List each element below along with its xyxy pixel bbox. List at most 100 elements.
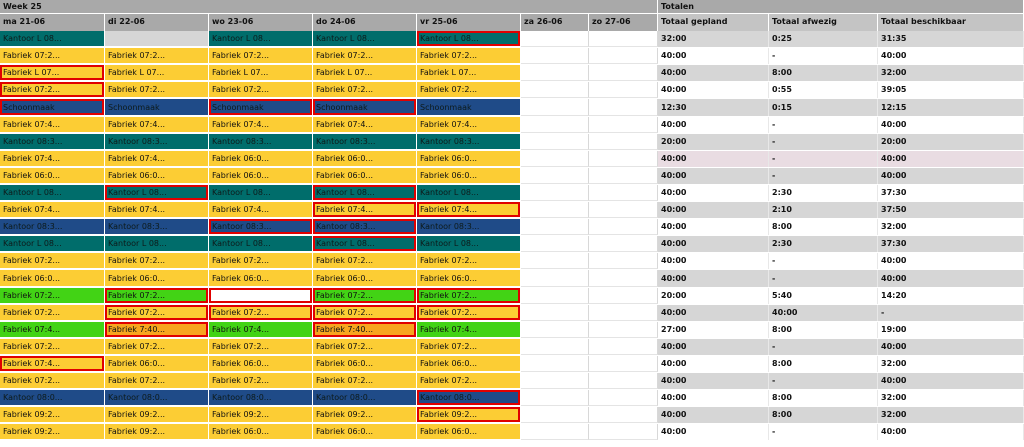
shift-cell[interactable]: Fabriek 07:2... xyxy=(313,339,417,355)
shift-cell[interactable]: Schoonmaak xyxy=(209,99,313,116)
shift-cell[interactable]: Kantoor L 08... xyxy=(417,236,521,252)
shift-cell[interactable]: Fabriek 07:2... xyxy=(0,253,105,269)
empty-weekend-cell[interactable] xyxy=(589,219,658,235)
shift-cell[interactable]: Fabriek L 07... xyxy=(105,65,209,81)
shift-cell[interactable]: Fabriek 07:2... xyxy=(0,82,105,98)
empty-weekend-cell[interactable] xyxy=(521,48,589,64)
column-header-mon[interactable]: ma 21-06 xyxy=(0,14,105,31)
column-header-fri[interactable]: vr 25-06 xyxy=(417,14,521,31)
empty-weekend-cell[interactable] xyxy=(589,236,658,252)
empty-weekend-cell[interactable] xyxy=(589,99,658,116)
shift-cell[interactable]: Fabriek 09:2... xyxy=(0,424,105,440)
shift-cell[interactable]: Fabriek 07:4... xyxy=(209,322,313,338)
empty-weekend-cell[interactable] xyxy=(521,356,589,372)
column-header-total-absent[interactable]: Totaal afwezig xyxy=(769,14,878,31)
empty-weekend-cell[interactable] xyxy=(589,356,658,372)
empty-weekend-cell[interactable] xyxy=(589,82,658,98)
empty-weekend-cell[interactable] xyxy=(521,305,589,321)
shift-cell[interactable]: Fabriek 09:2... xyxy=(417,407,521,423)
shift-cell[interactable]: Fabriek 07:2... xyxy=(417,339,521,355)
shift-cell[interactable]: Fabriek 07:2... xyxy=(105,288,209,304)
shift-cell[interactable]: Kantoor L 08... xyxy=(105,185,209,201)
shift-cell[interactable]: Kantoor 08:0... xyxy=(0,390,105,406)
empty-weekend-cell[interactable] xyxy=(589,407,658,423)
shift-cell[interactable]: Fabriek 07:4... xyxy=(313,117,417,133)
shift-cell[interactable]: Fabriek 09:2... xyxy=(0,407,105,423)
shift-cell[interactable]: Fabriek 06:0... xyxy=(0,168,105,184)
column-header-sat[interactable]: za 26-06 xyxy=(521,14,589,31)
shift-cell[interactable]: Fabriek 07:2... xyxy=(105,373,209,389)
empty-weekend-cell[interactable] xyxy=(521,288,589,304)
shift-cell[interactable]: Kantoor 08:3... xyxy=(105,134,209,150)
empty-weekend-cell[interactable] xyxy=(521,407,589,423)
shift-cell[interactable]: Fabriek 07:4... xyxy=(417,202,521,218)
shift-cell[interactable]: Kantoor 08:3... xyxy=(0,219,105,235)
empty-weekend-cell[interactable] xyxy=(589,151,658,167)
empty-weekend-cell[interactable] xyxy=(521,168,589,184)
shift-cell[interactable]: Fabriek 07:2... xyxy=(209,373,313,389)
shift-cell[interactable]: Fabriek 07:2... xyxy=(105,305,209,321)
column-header-total-available[interactable]: Totaal beschikbaar xyxy=(878,14,1024,31)
empty-weekend-cell[interactable] xyxy=(521,236,589,252)
shift-cell[interactable]: Kantoor L 08... xyxy=(417,31,521,47)
shift-cell[interactable]: Kantoor L 08... xyxy=(209,236,313,252)
shift-cell[interactable]: Kantoor L 08... xyxy=(105,236,209,252)
shift-cell[interactable]: Fabriek 07:2... xyxy=(209,48,313,64)
empty-weekend-cell[interactable] xyxy=(521,339,589,355)
shift-cell[interactable]: Fabriek 09:2... xyxy=(209,407,313,423)
shift-cell[interactable]: Fabriek 07:4... xyxy=(105,117,209,133)
shift-cell[interactable]: Fabriek 06:0... xyxy=(209,270,313,287)
shift-cell[interactable]: Fabriek 06:0... xyxy=(417,151,521,167)
empty-weekend-cell[interactable] xyxy=(589,305,658,321)
shift-cell[interactable]: Fabriek 07:4... xyxy=(0,117,105,133)
empty-weekend-cell[interactable] xyxy=(521,82,589,98)
shift-cell[interactable]: Kantoor 08:3... xyxy=(209,134,313,150)
shift-cell[interactable]: Kantoor L 08... xyxy=(209,31,313,47)
shift-cell[interactable]: Fabriek 07:2... xyxy=(209,305,313,321)
shift-cell[interactable]: Fabriek 07:2... xyxy=(313,48,417,64)
shift-cell[interactable]: Fabriek 06:0... xyxy=(0,270,105,287)
shift-cell[interactable]: Fabriek 07:4... xyxy=(105,202,209,218)
shift-cell[interactable]: Fabriek 07:4... xyxy=(0,322,105,338)
shift-cell[interactable]: Fabriek 07:4... xyxy=(209,117,313,133)
shift-cell[interactable]: Fabriek 07:4... xyxy=(0,356,105,372)
empty-weekend-cell[interactable] xyxy=(589,117,658,133)
shift-cell[interactable]: Fabriek 07:4... xyxy=(209,202,313,218)
empty-weekend-cell[interactable] xyxy=(589,339,658,355)
shift-cell[interactable]: Kantoor 08:3... xyxy=(209,219,313,235)
column-header-tue[interactable]: di 22-06 xyxy=(105,14,209,31)
empty-weekend-cell[interactable] xyxy=(521,270,589,287)
shift-cell[interactable]: Fabriek 07:4... xyxy=(417,117,521,133)
shift-cell[interactable]: Fabriek 09:2... xyxy=(313,407,417,423)
shift-cell[interactable]: Kantoor 08:0... xyxy=(209,390,313,406)
shift-cell[interactable]: Fabriek 06:0... xyxy=(313,270,417,287)
column-header-thu[interactable]: do 24-06 xyxy=(313,14,417,31)
shift-cell[interactable]: Kantoor 08:0... xyxy=(313,390,417,406)
shift-cell[interactable]: Fabriek 07:2... xyxy=(0,48,105,64)
shift-cell[interactable]: Fabriek 07:2... xyxy=(209,82,313,98)
shift-cell[interactable]: Kantoor 08:3... xyxy=(313,134,417,150)
shift-cell[interactable]: Fabriek 06:0... xyxy=(313,168,417,184)
empty-weekend-cell[interactable] xyxy=(521,65,589,81)
empty-weekend-cell[interactable] xyxy=(521,373,589,389)
shift-cell[interactable]: Fabriek 07:2... xyxy=(313,288,417,304)
empty-weekend-cell[interactable] xyxy=(589,390,658,406)
shift-cell[interactable]: Fabriek 07:2... xyxy=(0,339,105,355)
shift-cell[interactable]: Kantoor 08:3... xyxy=(313,219,417,235)
shift-cell[interactable]: Kantoor 08:3... xyxy=(0,134,105,150)
empty-weekend-cell[interactable] xyxy=(521,219,589,235)
empty-weekend-cell[interactable] xyxy=(589,424,658,440)
empty-weekend-cell[interactable] xyxy=(589,31,658,47)
shift-cell[interactable]: Kantoor L 08... xyxy=(0,31,105,47)
shift-cell[interactable]: Schoonmaak xyxy=(0,99,105,116)
shift-cell[interactable]: Fabriek L 07... xyxy=(313,65,417,81)
shift-cell[interactable]: Fabriek 06:0... xyxy=(105,270,209,287)
empty-weekend-cell[interactable] xyxy=(589,253,658,269)
shift-cell[interactable]: Fabriek 07:2... xyxy=(313,82,417,98)
shift-cell[interactable]: Fabriek L 07... xyxy=(209,65,313,81)
shift-cell[interactable]: Kantoor L 08... xyxy=(313,236,417,252)
shift-cell[interactable]: Fabriek 07:2... xyxy=(105,82,209,98)
shift-cell[interactable]: Fabriek 06:0... xyxy=(417,168,521,184)
shift-cell[interactable]: Fabriek 06:0... xyxy=(417,270,521,287)
shift-cell[interactable]: Fabriek 06:0... xyxy=(105,168,209,184)
